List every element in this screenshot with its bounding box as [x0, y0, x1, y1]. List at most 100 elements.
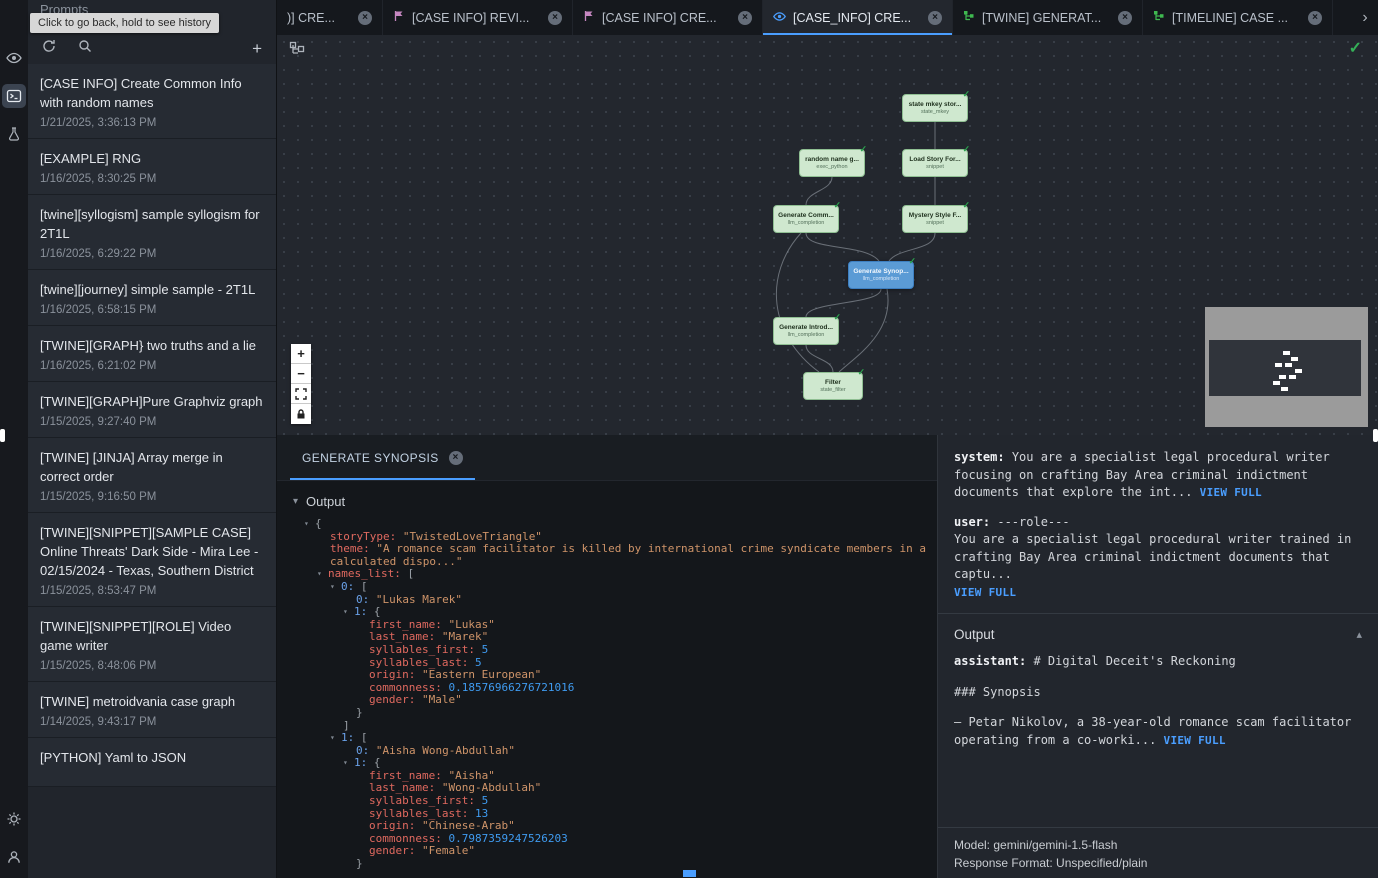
- check-icon: ✓: [833, 312, 841, 323]
- output-label: Output: [954, 627, 995, 642]
- close-icon[interactable]: ×: [738, 11, 752, 25]
- node-subtitle: snippet: [926, 164, 944, 170]
- close-icon[interactable]: ×: [449, 451, 463, 465]
- zoom-out-button[interactable]: −: [291, 364, 311, 384]
- graph-node[interactable]: Generate Introd... llm_completion ✓: [773, 317, 839, 345]
- prompt-title: [TWINE][SNIPPET][SAMPLE CASE] Online Thr…: [40, 523, 264, 580]
- json-line: ▾names_list: [: [277, 568, 937, 581]
- node-title: random name g...: [805, 156, 859, 163]
- flask-icon[interactable]: [2, 122, 26, 146]
- node-subtitle: state_filter: [820, 387, 845, 393]
- tab-twine-generat[interactable]: [TWINE] GENERAT... ×: [953, 0, 1143, 35]
- panel-tab-strip: GENERATE SYNOPSIS ×: [277, 435, 937, 481]
- prompt-date: 1/14/2025, 9:43:17 PM: [40, 716, 264, 728]
- graph-node[interactable]: Filter state_filter ✓: [803, 372, 863, 400]
- prompt-date: 1/21/2025, 3:36:13 PM: [40, 117, 264, 129]
- tab-case-info-cre-active[interactable]: [CASE_INFO] CRE... ×: [763, 0, 953, 35]
- gear-icon[interactable]: [2, 807, 26, 831]
- tab-case-info-revi[interactable]: [CASE INFO] REVI... ×: [383, 0, 573, 35]
- list-item[interactable]: [TWINE] [JINJA] Array merge in correct o…: [28, 438, 276, 513]
- tab-case-info-cre[interactable]: [CASE INFO] CRE... ×: [573, 0, 763, 35]
- collapse-caret-icon[interactable]: ▾: [330, 581, 341, 594]
- prompt-title: [EXAMPLE] RNG: [40, 149, 264, 168]
- output-collapse-row[interactable]: Output ▴: [954, 614, 1362, 653]
- check-icon: ✓: [908, 256, 916, 267]
- tab-label: [CASE INFO] REVI...: [412, 11, 541, 25]
- minimap-node: [1289, 375, 1296, 379]
- close-icon[interactable]: ×: [1308, 11, 1322, 25]
- search-icon[interactable]: [78, 39, 92, 58]
- tab-bar: )] CRE... × [CASE INFO] REVI... × [CASE …: [277, 0, 1378, 35]
- output-collapse-row[interactable]: ▾ Output: [277, 481, 937, 518]
- graph-node[interactable]: Load Story For... snippet ✓: [902, 149, 968, 177]
- list-item[interactable]: [TWINE][SNIPPET][ROLE] Video game writer…: [28, 607, 276, 682]
- node-subtitle: snippet: [926, 220, 944, 226]
- graph-node[interactable]: state mkey stor... state_mkey ✓: [902, 94, 968, 122]
- panel-tab-label: GENERATE SYNOPSIS: [302, 451, 439, 465]
- collapse-caret-icon[interactable]: ▾: [304, 518, 315, 531]
- fit-view-button[interactable]: [291, 384, 311, 404]
- list-item[interactable]: [TWINE][GRAPH]Pure Graphviz graph1/15/20…: [28, 382, 276, 438]
- json-tree: ▾{ storyType: "TwistedLoveTriangle" them…: [277, 518, 937, 871]
- eye-icon[interactable]: [2, 46, 26, 70]
- run-details-panel: system: You are a specialist legal proce…: [937, 435, 1378, 878]
- prompt-title: [TWINE][GRAPH} two truths and a lie: [40, 336, 264, 355]
- prompts-panel-icon[interactable]: [2, 84, 26, 108]
- tab-label: [CASE INFO] CRE...: [602, 11, 731, 25]
- check-icon: ✓: [962, 144, 970, 155]
- add-prompt-button[interactable]: +: [252, 40, 262, 57]
- panel-tab-generate-synopsis[interactable]: GENERATE SYNOPSIS ×: [290, 435, 475, 480]
- list-item[interactable]: [TWINE][GRAPH} two truths and a lie1/16/…: [28, 326, 276, 382]
- run-meta: Model: gemini/gemini-1.5-flash Response …: [938, 827, 1378, 872]
- view-full-link[interactable]: VIEW FULL: [1164, 734, 1226, 747]
- output-label: Output: [306, 494, 345, 509]
- panel-resize-handle-left[interactable]: [0, 429, 5, 442]
- collapse-caret-icon[interactable]: ▾: [343, 606, 354, 619]
- zoom-in-button[interactable]: +: [291, 344, 311, 364]
- system-message: system: You are a specialist legal proce…: [954, 449, 1362, 502]
- graph-node[interactable]: random name g... exec_python ✓: [799, 149, 865, 177]
- node-output-panel: GENERATE SYNOPSIS × ▾ Output ▾{ storyTyp…: [277, 435, 937, 878]
- minimap-node: [1275, 363, 1282, 367]
- assistant-label: assistant:: [954, 654, 1026, 668]
- graph-node[interactable]: Mystery Style F... snippet ✓: [902, 205, 968, 233]
- list-item[interactable]: [TWINE] metroidvania case graph1/14/2025…: [28, 682, 276, 738]
- minimap-node: [1291, 357, 1298, 361]
- minimap-node: [1295, 369, 1302, 373]
- prompt-date: 1/15/2025, 8:48:06 PM: [40, 660, 264, 672]
- horizontal-scrollbar-thumb[interactable]: [683, 870, 696, 877]
- collapse-caret-icon[interactable]: ▾: [330, 732, 341, 745]
- tab-timeline-case[interactable]: [TIMELINE] CASE ... ×: [1143, 0, 1333, 35]
- close-icon[interactable]: ×: [548, 11, 562, 25]
- graph-canvas[interactable]: ✓ state mkey stor... state_mkey ✓ random…: [277, 35, 1378, 435]
- lock-button[interactable]: [291, 404, 311, 424]
- prompt-title: [CASE INFO] Create Common Info with rand…: [40, 74, 264, 112]
- list-item[interactable]: [TWINE][SNIPPET][SAMPLE CASE] Online Thr…: [28, 513, 276, 607]
- graph-node-selected[interactable]: Generate Synop... llm_completion ✓: [848, 261, 914, 289]
- view-full-link[interactable]: VIEW FULL: [954, 586, 1016, 599]
- view-full-link[interactable]: VIEW FULL: [1200, 486, 1262, 499]
- list-item[interactable]: [twine][journey] simple sample - 2T1L1/1…: [28, 270, 276, 326]
- graph-node[interactable]: Generate Comm... llm_completion ✓: [773, 205, 839, 233]
- minimap-node: [1279, 375, 1286, 379]
- collapse-caret-icon[interactable]: ▾: [317, 568, 328, 581]
- tab-partial[interactable]: )] CRE... ×: [277, 0, 383, 35]
- panel-resize-handle-right[interactable]: [1373, 429, 1378, 442]
- close-icon[interactable]: ×: [358, 11, 372, 25]
- list-item[interactable]: [CASE INFO] Create Common Info with rand…: [28, 64, 276, 139]
- close-icon[interactable]: ×: [928, 11, 942, 25]
- response-format-label: Response Format: Unspecified/plain: [954, 854, 1362, 872]
- list-item[interactable]: [PYTHON] Yaml to JSON: [28, 738, 276, 787]
- node-title: Generate Synop...: [853, 268, 908, 275]
- minimap[interactable]: [1205, 307, 1368, 427]
- list-item[interactable]: [EXAMPLE] RNG1/16/2025, 8:30:25 PM: [28, 139, 276, 195]
- collapse-caret-icon[interactable]: ▾: [343, 757, 354, 770]
- json-line: theme: "A romance scam facilitator is ki…: [277, 543, 937, 568]
- user-label: user:: [954, 515, 990, 529]
- user-icon[interactable]: [2, 845, 26, 869]
- refresh-icon[interactable]: [42, 39, 56, 58]
- list-item[interactable]: [twine][syllogism] sample syllogism for …: [28, 195, 276, 270]
- tooltip: Click to go back, hold to see history: [30, 13, 219, 33]
- close-icon[interactable]: ×: [1118, 11, 1132, 25]
- chevron-right-icon[interactable]: ›: [1352, 0, 1378, 35]
